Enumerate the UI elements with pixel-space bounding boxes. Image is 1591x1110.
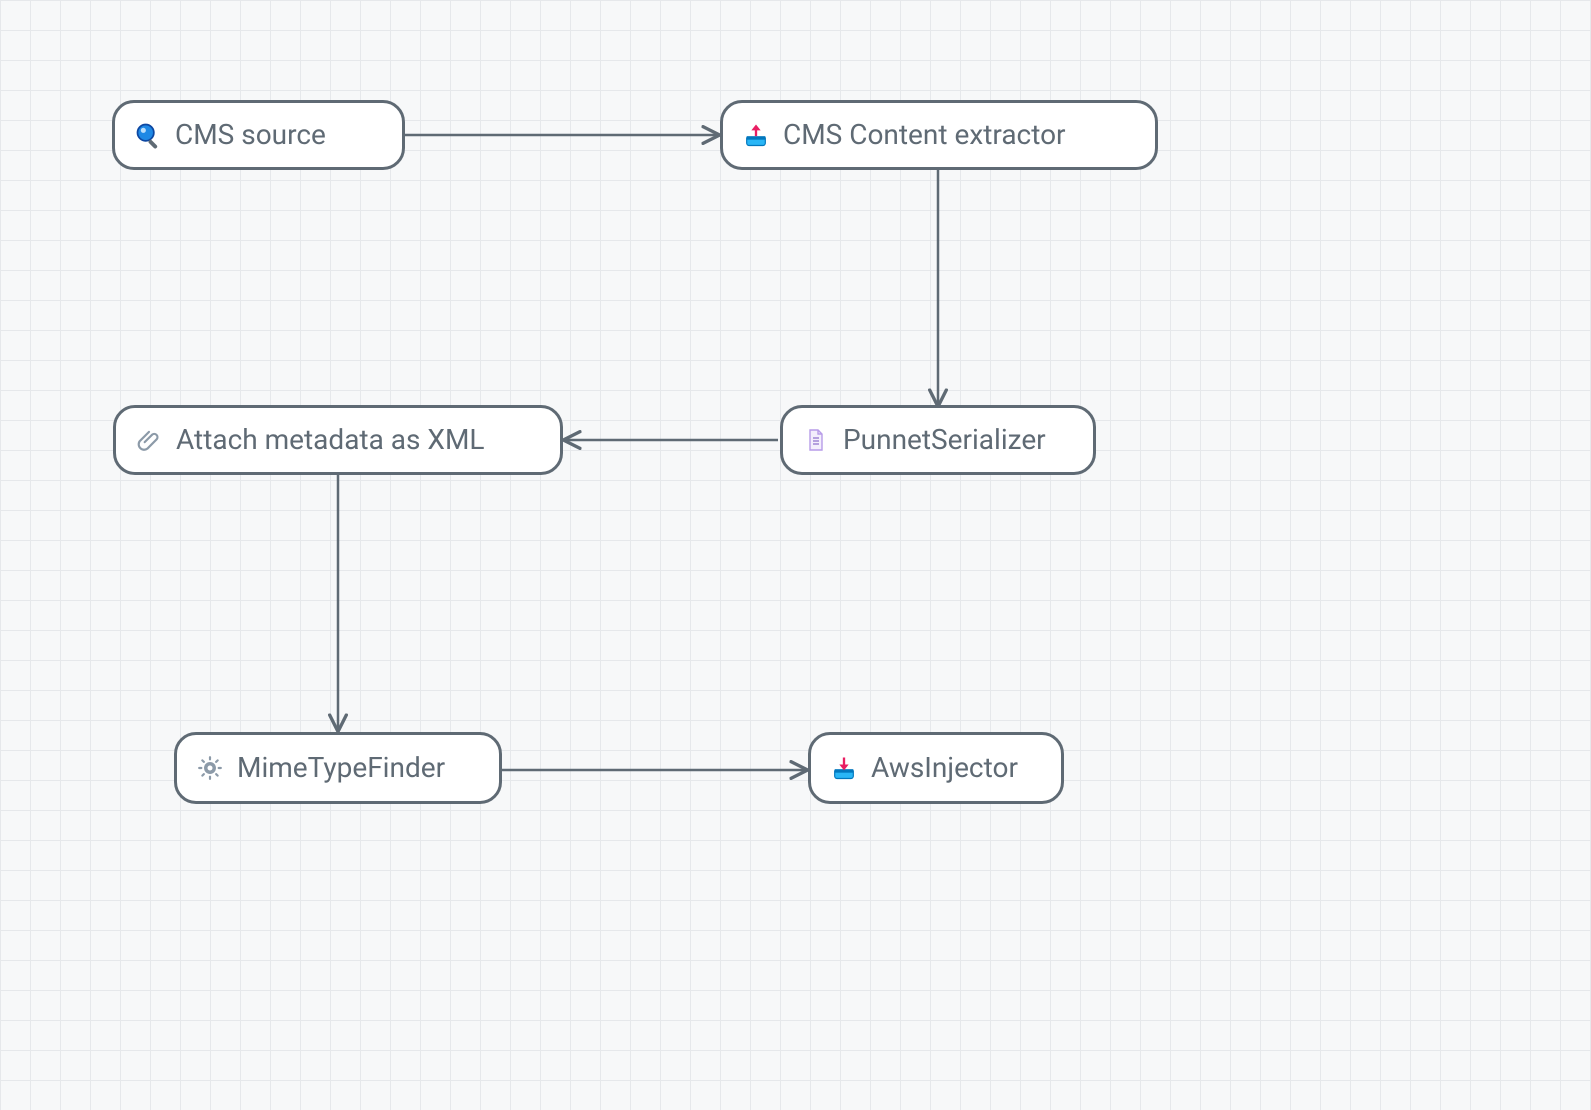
gear-icon [195, 753, 225, 783]
node-punnet-serializer[interactable]: PunnetSerializer [780, 405, 1096, 475]
upload-icon [741, 120, 771, 150]
diagram-canvas[interactable]: CMS source CMS Content extractor Attach … [0, 0, 1591, 1110]
node-mimetype-finder[interactable]: MimeTypeFinder [174, 732, 502, 804]
node-label: CMS Content extractor [783, 121, 1066, 149]
node-attach-metadata[interactable]: Attach metadata as XML [113, 405, 563, 475]
node-label: CMS source [175, 121, 326, 149]
node-label: AwsInjector [871, 754, 1018, 782]
node-aws-injector[interactable]: AwsInjector [808, 732, 1064, 804]
document-icon [801, 425, 831, 455]
node-label: Attach metadata as XML [176, 426, 484, 454]
node-label: PunnetSerializer [843, 426, 1046, 454]
search-icon [133, 120, 163, 150]
node-cms-source[interactable]: CMS source [112, 100, 405, 170]
node-label: MimeTypeFinder [237, 754, 445, 782]
paperclip-icon [134, 425, 164, 455]
node-cms-extractor[interactable]: CMS Content extractor [720, 100, 1158, 170]
download-icon [829, 753, 859, 783]
